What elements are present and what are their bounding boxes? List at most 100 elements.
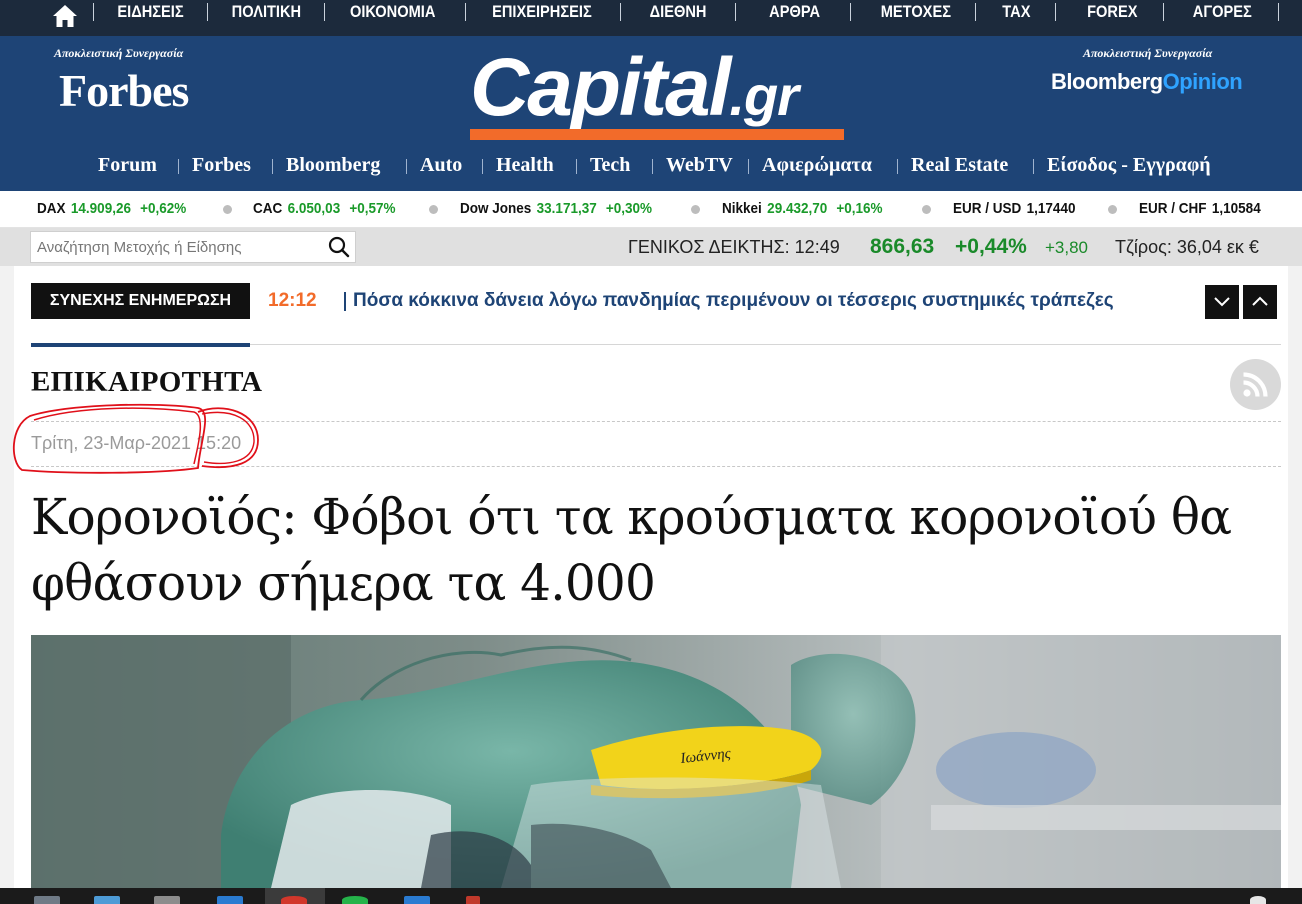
nav-item-stocks[interactable]: ΜΕΤΟΧΕΣ (881, 0, 951, 23)
nav-item-markets[interactable]: ΑΓΟΡΕΣ (1193, 0, 1252, 23)
bloomberg-partner-caption: Αποκλειστική Συνεργασία (1083, 46, 1213, 60)
masthead: Αποκλειστική Συνεργασία Forbes Capital.g… (0, 36, 1302, 191)
page-gutter-left (0, 266, 14, 888)
forbes-partner-caption: Αποκλειστική Συνεργασία (54, 46, 184, 60)
nav-separator (465, 3, 466, 21)
capital-logo[interactable]: Capital.gr (468, 38, 848, 146)
top-nav: ΕΙΔΗΣΕΙΣ ΠΟΛΙΤΙΚΗ ΟΙΚΟΝΟΜΙΑ ΕΠΙΧΕΙΡΗΣΕΙΣ… (0, 0, 1302, 36)
nav-item-articles[interactable]: ΑΡΘΡΑ (769, 0, 820, 23)
nav-separator (620, 3, 621, 21)
breaking-news-separator (344, 292, 346, 311)
chevron-up-icon (1252, 296, 1268, 306)
rss-button[interactable] (1230, 359, 1281, 410)
nav-item-politics[interactable]: ΠΟΛΙΤΙΚΗ (232, 0, 301, 23)
ticker-separator-dot (691, 205, 700, 214)
article-photo[interactable]: Ιωάννης (31, 635, 1281, 888)
search-input[interactable] (37, 236, 317, 258)
nav-separator (324, 3, 325, 21)
ticker-separator-dot (922, 205, 931, 214)
ticker-separator-dot (429, 205, 438, 214)
nav-separator (975, 3, 976, 21)
section-nav-auto[interactable]: Auto (420, 152, 462, 178)
bloomberg-opinion-logo[interactable]: BloombergOpinion (1051, 69, 1243, 95)
section-nav-forbes[interactable]: Forbes (192, 152, 251, 178)
section-nav-tech[interactable]: Tech (590, 152, 630, 178)
nav-item-forex[interactable]: FOREX (1087, 0, 1137, 23)
section-nav-health[interactable]: Health (496, 152, 554, 178)
nav-separator (748, 159, 749, 174)
ticker-item-eur-chf[interactable]: EUR / CHF 1,10584 (1139, 200, 1261, 217)
taskbar-app-icon[interactable] (342, 896, 368, 904)
search-index-bar: ΓΕΝΙΚΟΣ ΔΕΙΚΤΗΣ: 12:49 866,63 +0,44% +3,… (0, 228, 1302, 266)
section-nav-real-estate[interactable]: Real Estate (911, 152, 1008, 178)
breaking-prev-button[interactable] (1205, 285, 1239, 319)
nav-item-economy[interactable]: ΟΙΚΟΝΟΜΙΑ (350, 0, 435, 23)
section-nav-login-register[interactable]: Είσοδος - Εγγραφή (1047, 152, 1211, 178)
nav-separator (272, 159, 273, 174)
logo-underline (470, 129, 844, 140)
taskbar-app-icon[interactable] (404, 896, 430, 904)
taskbar-app-icon[interactable] (34, 896, 60, 904)
nav-separator (406, 159, 407, 174)
section-nav-forum[interactable]: Forum (98, 152, 157, 178)
nav-item-news[interactable]: ΕΙΔΗΣΕΙΣ (117, 0, 183, 23)
home-icon[interactable] (51, 3, 79, 29)
nav-separator (482, 159, 483, 174)
healthcare-worker-photo: Ιωάννης (31, 635, 1281, 888)
ticker-item-cac[interactable]: CAC 6.050,03 +0,57% (253, 200, 396, 217)
nav-separator (207, 3, 208, 21)
dotted-divider (31, 421, 1281, 422)
turnover: Τζίρος: 36,04 εκ € (1115, 237, 1259, 257)
article-date: Τρίτη, 23-Μαρ-2021 15:20 (31, 433, 242, 453)
chevron-down-icon (1214, 297, 1230, 307)
ticker-separator-dot (223, 205, 232, 214)
nav-separator (1163, 3, 1164, 21)
taskbar-app-icon[interactable] (466, 896, 480, 904)
nav-item-international[interactable]: ΔΙΕΘΝΗ (650, 0, 707, 23)
nav-separator (1033, 159, 1034, 174)
ticker-item-nikkei[interactable]: Nikkei 29.432,70 +0,16% (722, 200, 883, 217)
nav-separator (652, 159, 653, 174)
section-nav-bloomberg[interactable]: Bloomberg (286, 152, 380, 178)
taskbar-app-icon[interactable] (94, 896, 120, 904)
breaking-news-strip: ΣΥΝΕΧΗΣ ΕΝΗΜΕΡΩΣΗ 12:12 Πόσα κόκκινα δάν… (31, 283, 1281, 319)
chrome-icon[interactable] (281, 896, 307, 904)
general-index-abs-change: +3,80 (1045, 238, 1089, 257)
ticker-item-dow-jones[interactable]: Dow Jones 33.171,37 +0,30% (460, 200, 652, 217)
breaking-news-label: ΣΥΝΕΧΗΣ ΕΝΗΜΕΡΩΣΗ (31, 283, 250, 319)
search-box (30, 231, 356, 263)
ticker-item-dax[interactable]: DAX 14.909,26 +0,62% (37, 200, 186, 217)
section-nav-webtv[interactable]: WebTV (666, 152, 733, 178)
nav-separator (1055, 3, 1056, 21)
section-rule-accent (31, 343, 250, 347)
breaking-news-headline[interactable]: Πόσα κόκκινα δάνεια λόγω πανδημίας περιμ… (353, 289, 1114, 313)
rss-icon (1243, 372, 1268, 397)
article-title: Κορονοϊός: Φόβοι ότι τα κρούσματα κορονο… (31, 488, 1232, 612)
ticker-item-eur-usd[interactable]: EUR / USD 1,17440 (953, 200, 1075, 217)
general-index-pct-change: +0,44% (955, 235, 1027, 258)
market-ticker: DAX 14.909,26 +0,62% CAC 6.050,03 +0,57% D… (0, 191, 1302, 228)
breaking-news-time: 12:12 (268, 290, 317, 311)
page-gutter-right (1288, 266, 1302, 888)
forbes-logo[interactable]: Forbes (59, 64, 189, 117)
search-icon[interactable] (328, 236, 350, 258)
nav-separator (576, 159, 577, 174)
general-index-label: ΓΕΝΙΚΟΣ ΔΕΙΚΤΗΣ: 12:49 (628, 237, 840, 257)
taskbar-app-icon[interactable] (154, 896, 180, 904)
taskbar-tray-icon[interactable] (1250, 896, 1266, 904)
nav-item-business[interactable]: ΕΠΙΧΕΙΡΗΣΕΙΣ (492, 0, 592, 23)
nav-separator (93, 3, 94, 21)
ticker-separator-dot (1108, 205, 1117, 214)
nav-separator (897, 159, 898, 174)
breaking-next-button[interactable] (1243, 285, 1277, 319)
nav-separator (178, 159, 179, 174)
general-index-value[interactable]: 866,63 (870, 233, 934, 261)
nav-separator (850, 3, 851, 21)
nav-separator (735, 3, 736, 21)
section-nav-features[interactable]: Αφιερώματα (762, 152, 872, 178)
os-taskbar (0, 888, 1302, 904)
nav-item-tax[interactable]: TAX (1002, 0, 1030, 23)
nav-separator (1278, 3, 1279, 21)
section-title[interactable]: ΕΠΙΚΑΙΡΟΤΗΤΑ (31, 366, 262, 399)
taskbar-app-icon[interactable] (217, 896, 243, 904)
